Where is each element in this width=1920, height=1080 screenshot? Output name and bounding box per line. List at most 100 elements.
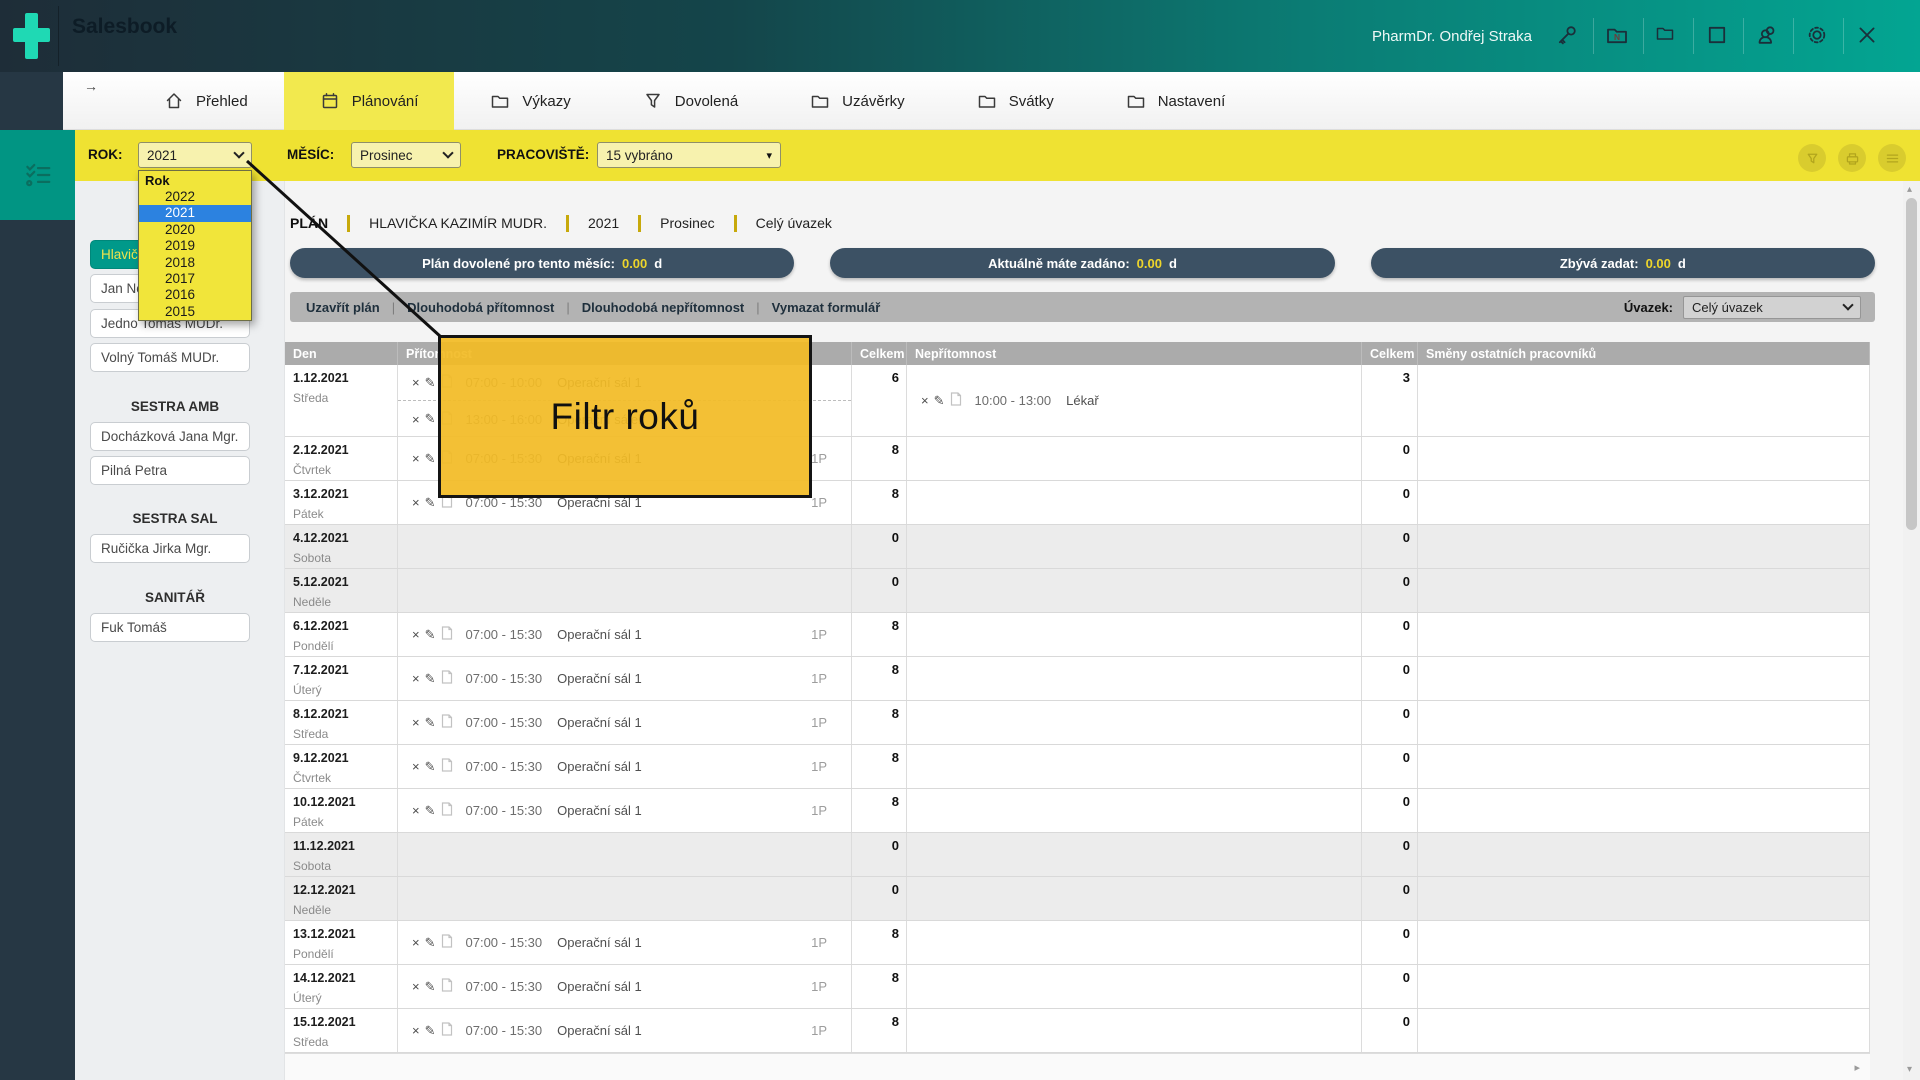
- pracoviste-select[interactable]: 15 vybráno ▾: [597, 142, 781, 168]
- menu-icon[interactable]: [1878, 144, 1906, 172]
- edit-icon[interactable]: ✎: [425, 935, 436, 951]
- toolbar-action[interactable]: Uzavřít plán: [306, 300, 380, 315]
- edit-icon[interactable]: ✎: [425, 451, 436, 467]
- breadcrumb-item[interactable]: Prosinec: [660, 215, 714, 231]
- delete-icon[interactable]: ×: [412, 935, 420, 950]
- tab-výkazy[interactable]: Výkazy: [454, 72, 606, 130]
- scrollbar-thumb[interactable]: [1906, 198, 1917, 530]
- edit-icon[interactable]: ✎: [425, 979, 436, 995]
- delete-icon[interactable]: ×: [412, 759, 420, 774]
- toolbar-action[interactable]: Vymazat formulář: [772, 300, 881, 315]
- staff-item[interactable]: Volný Tomáš MUDr.: [90, 343, 250, 372]
- delete-icon[interactable]: ×: [412, 671, 420, 686]
- toolbar-action[interactable]: Dlouhodobá nepřítomnost: [582, 300, 744, 315]
- year-option[interactable]: 2021: [139, 205, 251, 221]
- staff-list-toggle[interactable]: [0, 130, 75, 220]
- total-value: 0: [1403, 574, 1410, 612]
- copy-icon[interactable]: [441, 758, 453, 775]
- edit-icon[interactable]: ✎: [425, 759, 436, 775]
- print-icon[interactable]: [1838, 144, 1866, 172]
- breadcrumb-divider: [566, 215, 569, 232]
- year-option[interactable]: 2017: [139, 271, 251, 287]
- uvazek-select[interactable]: Celý úvazek: [1683, 296, 1861, 319]
- delete-icon[interactable]: ×: [412, 495, 420, 510]
- tab-plánování[interactable]: Plánování: [284, 72, 455, 130]
- app-title: Salesbook: [72, 15, 177, 39]
- delete-icon[interactable]: ×: [412, 451, 420, 466]
- delete-icon[interactable]: ×: [412, 715, 420, 730]
- toolbar-action[interactable]: Dlouhodobá přítomnost: [407, 300, 554, 315]
- delete-icon[interactable]: ×: [412, 627, 420, 642]
- gear-icon[interactable]: [1805, 23, 1832, 50]
- year-option[interactable]: 2020: [139, 222, 251, 238]
- copy-icon[interactable]: [441, 626, 453, 643]
- delete-icon[interactable]: ×: [412, 979, 420, 994]
- row-day: Středa: [293, 727, 389, 741]
- edit-icon[interactable]: ✎: [425, 627, 436, 643]
- staff-item[interactable]: Ručička Jirka Mgr.: [90, 534, 250, 563]
- tab-nastavení[interactable]: Nastavení: [1090, 72, 1262, 130]
- copy-icon[interactable]: [441, 934, 453, 951]
- mesic-select[interactable]: Prosinec: [351, 142, 461, 168]
- edit-icon[interactable]: ✎: [425, 375, 436, 391]
- year-option[interactable]: 2015: [139, 304, 251, 320]
- presence-total: 8: [852, 437, 907, 480]
- edit-icon[interactable]: ✎: [425, 803, 436, 819]
- collapse-arrow-icon[interactable]: →: [84, 78, 98, 94]
- row-date: 2.12.2021: [293, 443, 389, 457]
- header-icon-divider: [1593, 18, 1594, 54]
- edit-icon[interactable]: ✎: [425, 495, 436, 511]
- other-shifts-cell: [1418, 965, 1870, 1008]
- scroll-up-icon[interactable]: ▴: [1907, 184, 1912, 195]
- side-rail: [0, 130, 75, 1080]
- year-option[interactable]: 2016: [139, 287, 251, 303]
- copy-icon[interactable]: [441, 1022, 453, 1039]
- delete-icon[interactable]: ×: [412, 412, 420, 427]
- delete-icon[interactable]: ×: [412, 375, 420, 390]
- edit-icon[interactable]: ✎: [425, 715, 436, 731]
- tab-uzávěrky[interactable]: Uzávěrky: [774, 72, 941, 130]
- tab-přehled[interactable]: Přehled: [128, 72, 284, 130]
- absence-total: 0: [1362, 833, 1418, 876]
- edit-icon[interactable]: ✎: [425, 411, 436, 427]
- staff-item[interactable]: Fuk Tomáš: [90, 613, 250, 642]
- copy-icon[interactable]: [950, 392, 962, 409]
- scroll-right-icon[interactable]: ▸: [1854, 1061, 1860, 1074]
- users-icon[interactable]: [1755, 23, 1782, 50]
- delete-icon[interactable]: ×: [921, 393, 929, 408]
- square-icon[interactable]: [1705, 23, 1732, 50]
- filter-bar: [63, 130, 1920, 181]
- breadcrumb-item[interactable]: 2021: [588, 215, 619, 231]
- close-icon[interactable]: [1855, 23, 1882, 50]
- delete-icon[interactable]: ×: [412, 803, 420, 818]
- copy-icon[interactable]: [441, 670, 453, 687]
- copy-icon[interactable]: [441, 802, 453, 819]
- year-option[interactable]: 2019: [139, 238, 251, 254]
- key-icon[interactable]: [1555, 23, 1582, 50]
- tab-dovolená[interactable]: Dovolená: [607, 72, 774, 130]
- rok-select[interactable]: 2021: [138, 142, 252, 168]
- tab-label: Plánování: [352, 93, 419, 110]
- filter-icon[interactable]: [1798, 144, 1826, 172]
- entry-time: 10:00 - 13:00: [975, 393, 1052, 408]
- presence-total: 8: [852, 745, 907, 788]
- staff-item[interactable]: Pilná Petra: [90, 456, 250, 485]
- scroll-down-icon[interactable]: ▾: [1907, 1064, 1912, 1075]
- edit-icon[interactable]: ✎: [425, 671, 436, 687]
- copy-icon[interactable]: [441, 714, 453, 731]
- year-option[interactable]: 2018: [139, 255, 251, 271]
- edit-icon[interactable]: ✎: [934, 393, 945, 409]
- breadcrumb-item[interactable]: HLAVIČKA KAZIMÍR MUDR.: [369, 215, 547, 231]
- edit-icon[interactable]: ✎: [425, 1023, 436, 1039]
- delete-icon[interactable]: ×: [412, 1023, 420, 1038]
- row-date: 1.12.2021: [293, 371, 389, 385]
- year-option[interactable]: 2022: [139, 189, 251, 205]
- copy-icon[interactable]: [441, 978, 453, 995]
- horizontal-scrollbar[interactable]: ▸: [285, 1053, 1870, 1080]
- folder-n-icon[interactable]: N: [1605, 23, 1632, 50]
- folder-icon[interactable]: [1655, 23, 1682, 50]
- row-day: Čtvrtek: [293, 463, 389, 477]
- tab-svátky[interactable]: Svátky: [941, 72, 1090, 130]
- staff-item[interactable]: Docházková Jana Mgr.: [90, 422, 250, 451]
- breadcrumb-item[interactable]: Celý úvazek: [756, 215, 832, 231]
